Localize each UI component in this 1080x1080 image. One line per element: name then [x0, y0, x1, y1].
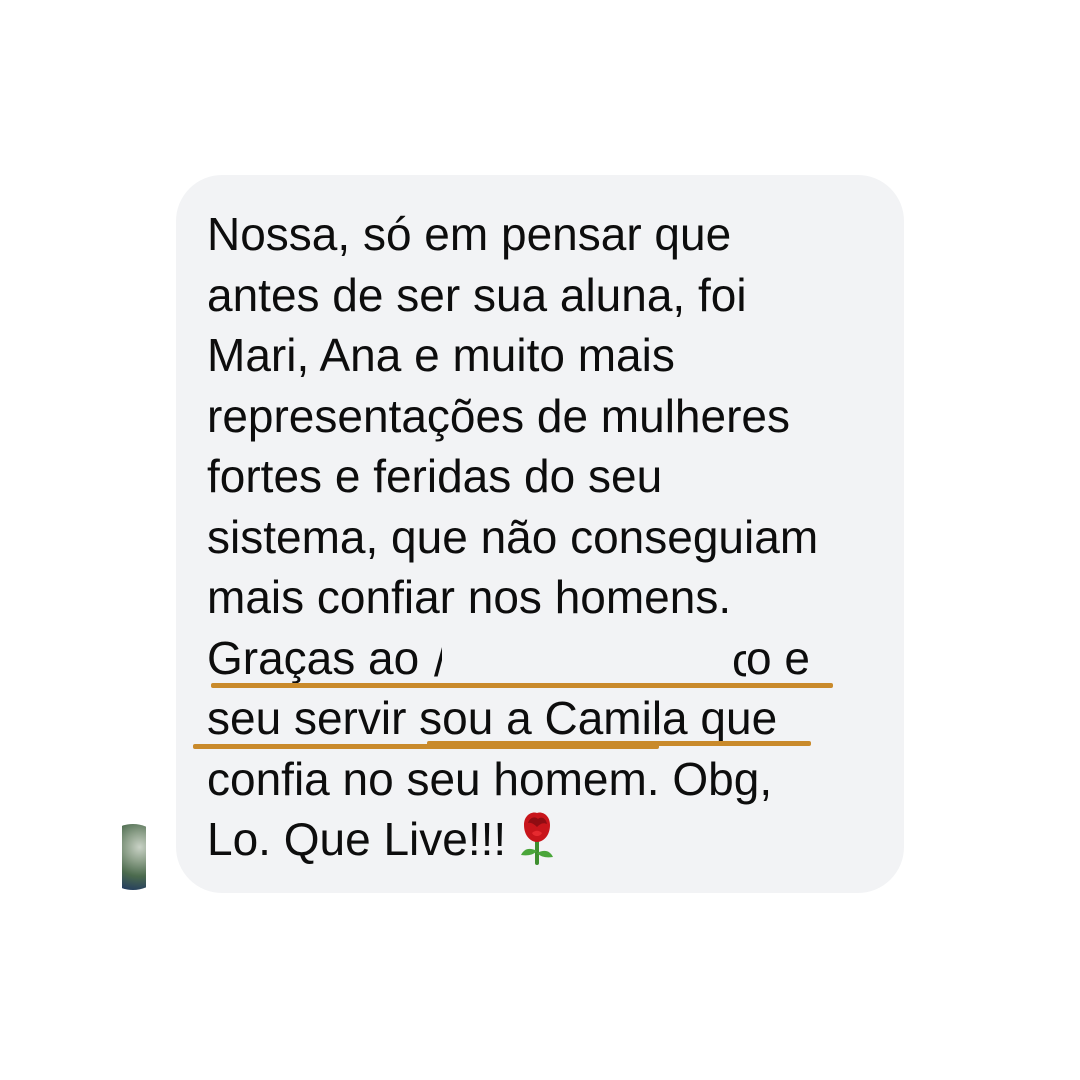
- message-line-text: Lo. Que Live!!!: [207, 813, 507, 865]
- avatar[interactable]: [122, 824, 146, 890]
- message-line: representações de mulheres: [207, 389, 790, 442]
- avatar-image: [122, 824, 146, 890]
- message-line: mais confiar nos homens.: [207, 571, 732, 623]
- message-line: antes de ser sua aluna, foi: [207, 268, 747, 321]
- rose-icon: [521, 812, 554, 865]
- message-line-start: Graças ao: [207, 631, 432, 684]
- message-line-last: Lo. Que Live!!!: [207, 809, 887, 870]
- highlight-underline: [211, 683, 833, 688]
- highlight-underline: [427, 741, 811, 746]
- redaction-edge-right: c: [732, 637, 746, 682]
- redacted-text: /c: [432, 629, 746, 682]
- message-text: Nossa, só em pensar que antes de ser sua…: [207, 204, 887, 870]
- message-line: seu servir sou a Camila que: [207, 692, 778, 744]
- message-line: Nossa, só em pensar que: [207, 208, 732, 260]
- message-line-redacted: Graças ao /co e: [207, 628, 887, 689]
- message-line: Mari, Ana e muito mais: [207, 329, 675, 381]
- message-line: sistema, que não conseguiam: [207, 510, 819, 563]
- redaction-edge-left: /: [434, 640, 442, 680]
- message-line-end: o e: [746, 631, 810, 684]
- message-line: confia no seu homem. Obg,: [207, 752, 773, 805]
- message-line: fortes e feridas do seu: [207, 450, 663, 502]
